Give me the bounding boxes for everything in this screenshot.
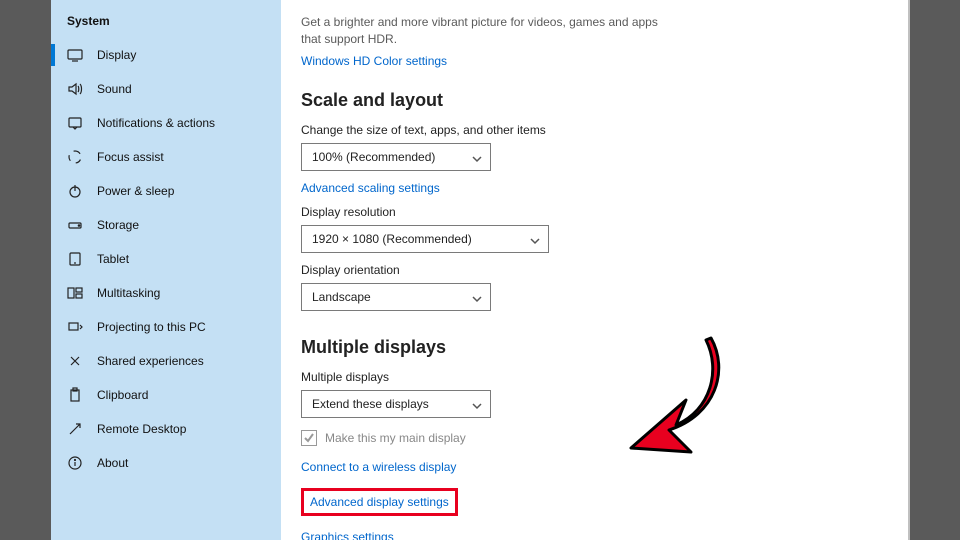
chevron-down-icon	[472, 293, 482, 303]
projecting-icon	[67, 319, 83, 335]
sidebar-item-focus-assist[interactable]: Focus assist	[51, 140, 281, 174]
tablet-icon	[67, 251, 83, 267]
sidebar-item-label: Power & sleep	[97, 184, 174, 198]
sidebar-item-tablet[interactable]: Tablet	[51, 242, 281, 276]
settings-window: System Display Sound Notifications & act…	[51, 0, 909, 540]
sidebar-item-label: Storage	[97, 218, 139, 232]
power-icon	[67, 183, 83, 199]
sidebar-item-sound[interactable]: Sound	[51, 72, 281, 106]
sidebar-item-remote[interactable]: Remote Desktop	[51, 412, 281, 446]
sidebar-item-shared[interactable]: Shared experiences	[51, 344, 281, 378]
graphics-settings-link[interactable]: Graphics settings	[301, 530, 394, 540]
chevron-down-icon	[530, 235, 540, 245]
sidebar-item-label: Remote Desktop	[97, 422, 186, 436]
shared-icon	[67, 353, 83, 369]
highlight-annotation: Advanced display settings	[301, 488, 458, 516]
sidebar-item-clipboard[interactable]: Clipboard	[51, 378, 281, 412]
text-size-select[interactable]: 100% (Recommended)	[301, 143, 491, 171]
sidebar-item-label: Focus assist	[97, 150, 164, 164]
sidebar-item-projecting[interactable]: Projecting to this PC	[51, 310, 281, 344]
sidebar-item-label: About	[97, 456, 128, 470]
sidebar-item-notifications[interactable]: Notifications & actions	[51, 106, 281, 140]
sidebar-item-multitasking[interactable]: Multitasking	[51, 276, 281, 310]
sidebar-item-label: Multitasking	[97, 286, 160, 300]
orientation-value: Landscape	[312, 290, 371, 304]
scale-section-title: Scale and layout	[301, 90, 885, 111]
hdr-description: Get a brighter and more vibrant picture …	[301, 14, 681, 48]
focus-icon	[67, 149, 83, 165]
main-display-label: Make this my main display	[325, 431, 466, 445]
resolution-label: Display resolution	[301, 205, 885, 219]
sidebar-item-label: Shared experiences	[97, 354, 204, 368]
scrollbar[interactable]	[908, 0, 910, 540]
multi-mode-select[interactable]: Extend these displays	[301, 390, 491, 418]
remote-icon	[67, 421, 83, 437]
chevron-down-icon	[472, 400, 482, 410]
checkbox-icon	[301, 430, 317, 446]
connect-wireless-link[interactable]: Connect to a wireless display	[301, 460, 456, 474]
sidebar-item-label: Clipboard	[97, 388, 148, 402]
multi-section-title: Multiple displays	[301, 337, 885, 358]
sidebar-item-storage[interactable]: Storage	[51, 208, 281, 242]
sidebar-item-power[interactable]: Power & sleep	[51, 174, 281, 208]
notifications-icon	[67, 115, 83, 131]
text-size-label: Change the size of text, apps, and other…	[301, 123, 885, 137]
sidebar-title: System	[51, 10, 281, 38]
sidebar-item-label: Sound	[97, 82, 132, 96]
display-icon	[67, 47, 83, 63]
text-size-value: 100% (Recommended)	[312, 150, 435, 164]
multitasking-icon	[67, 285, 83, 301]
resolution-value: 1920 × 1080 (Recommended)	[312, 232, 472, 246]
clipboard-icon	[67, 387, 83, 403]
sidebar-item-label: Notifications & actions	[97, 116, 215, 130]
content-area: Get a brighter and more vibrant picture …	[281, 0, 909, 540]
sidebar-item-about[interactable]: About	[51, 446, 281, 480]
storage-icon	[67, 217, 83, 233]
main-display-checkbox-row[interactable]: Make this my main display	[301, 430, 885, 446]
orientation-label: Display orientation	[301, 263, 885, 277]
multi-mode-value: Extend these displays	[312, 397, 429, 411]
advanced-scaling-link[interactable]: Advanced scaling settings	[301, 181, 440, 195]
sidebar-item-label: Tablet	[97, 252, 129, 266]
orientation-select[interactable]: Landscape	[301, 283, 491, 311]
sound-icon	[67, 81, 83, 97]
hd-color-link[interactable]: Windows HD Color settings	[301, 54, 447, 68]
advanced-display-link[interactable]: Advanced display settings	[310, 495, 449, 509]
sidebar-item-label: Display	[97, 48, 136, 62]
sidebar: System Display Sound Notifications & act…	[51, 0, 281, 540]
sidebar-item-label: Projecting to this PC	[97, 320, 206, 334]
resolution-select[interactable]: 1920 × 1080 (Recommended)	[301, 225, 549, 253]
about-icon	[67, 455, 83, 471]
chevron-down-icon	[472, 153, 482, 163]
multi-mode-label: Multiple displays	[301, 370, 885, 384]
sidebar-item-display[interactable]: Display	[51, 38, 281, 72]
